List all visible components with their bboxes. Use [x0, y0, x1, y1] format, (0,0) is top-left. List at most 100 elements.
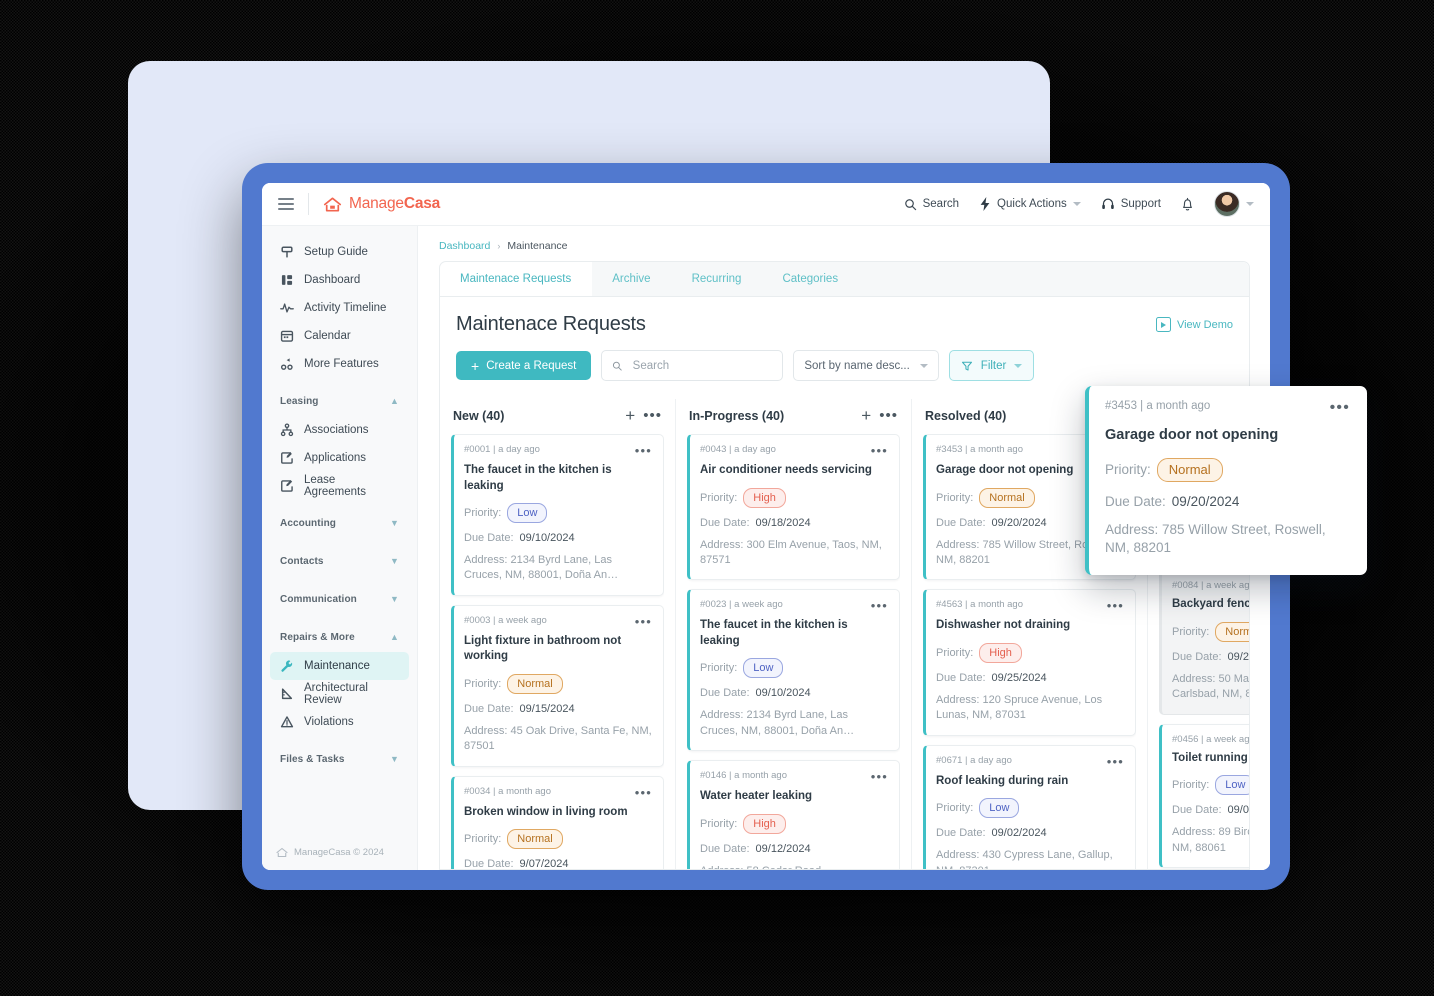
task-card[interactable]: #4563 | a month ago ••• Dishwasher not d…: [923, 589, 1136, 736]
card-menu-icon[interactable]: •••: [1107, 599, 1124, 612]
priority-badge: Low: [743, 658, 784, 679]
task-card[interactable]: #0023 | a week ago ••• The faucet in the…: [687, 589, 900, 752]
sidebar-item-lease-agreements[interactable]: Lease Agreements: [270, 472, 409, 500]
sidebar-item-associations[interactable]: Associations: [270, 416, 409, 444]
card-menu-icon[interactable]: •••: [635, 615, 652, 628]
view-demo-button[interactable]: View Demo: [1155, 317, 1233, 332]
task-card[interactable]: #0043 | a day ago ••• Air conditioner ne…: [687, 434, 900, 581]
due-value: 09/10/2024: [519, 532, 575, 545]
task-card[interactable]: #0146 | a month ago ••• Water heater lea…: [687, 760, 900, 869]
task-card[interactable]: #0671 | a day ago ••• Roof leaking durin…: [923, 744, 1136, 869]
chevron-down-icon: [1072, 202, 1081, 206]
breadcrumb-dashboard[interactable]: Dashboard: [439, 240, 490, 252]
card-header: #0146 | a month ago •••: [700, 770, 888, 783]
task-card[interactable]: #0001 | a day ago ••• The faucet in the …: [451, 434, 664, 596]
due-label: Due Date:: [936, 516, 986, 529]
column-cards: #0001 | a day ago ••• The faucet in the …: [451, 434, 664, 869]
account-menu[interactable]: [1214, 191, 1254, 217]
chevron-up-icon: ▲: [389, 632, 399, 642]
sidebar-item-label: Applications: [304, 452, 367, 464]
sidebar-item-setup-guide[interactable]: Setup Guide: [270, 238, 409, 266]
sidebar-section-contacts[interactable]: Contacts ▼: [270, 548, 409, 574]
card-menu-icon[interactable]: •••: [871, 444, 888, 457]
sidebar-item-more-features[interactable]: More Features: [270, 350, 409, 378]
card-menu-icon[interactable]: •••: [635, 444, 652, 457]
priority-badge: High: [743, 487, 786, 508]
filter-button[interactable]: Filter: [948, 350, 1035, 381]
sort-select[interactable]: Sort by name desc...: [793, 350, 939, 381]
card-meta: #4563 | a month ago: [936, 599, 1023, 611]
sidebar-section-label: Repairs & More: [280, 631, 355, 643]
search-button[interactable]: Search: [904, 198, 959, 211]
sidebar-item-maintenance[interactable]: Maintenance: [270, 652, 409, 680]
search-icon: [613, 361, 623, 371]
tab-categories[interactable]: Categories: [762, 262, 859, 296]
due-value: 09/10/2024: [755, 687, 811, 700]
card-title: Backyard fence damaged: [1172, 598, 1249, 611]
priority-label: Priority:: [1105, 462, 1151, 478]
sidebar-section-leasing[interactable]: Leasing ▲: [270, 388, 409, 414]
sidebar-section-label: Contacts: [280, 555, 324, 567]
card-menu-icon[interactable]: •••: [1107, 755, 1124, 768]
sidebar-item-architectural-review[interactable]: Architectural Review: [270, 680, 409, 708]
avatar: [1214, 191, 1240, 217]
priority-label: Priority:: [936, 491, 974, 504]
sidebar-item-applications[interactable]: Applications: [270, 444, 409, 472]
sidebar-section-communication[interactable]: Communication ▼: [270, 586, 409, 612]
sidebar-section-files-tasks[interactable]: Files & Tasks ▼: [270, 746, 409, 772]
card-header: #4563 | a month ago •••: [936, 599, 1124, 612]
task-card[interactable]: #0034 | a month ago ••• Broken window in…: [451, 775, 664, 869]
sidebar-item-activity-timeline[interactable]: Activity Timeline: [270, 294, 409, 322]
sidebar-item-dashboard[interactable]: Dashboard: [270, 266, 409, 294]
card-menu-icon[interactable]: •••: [871, 770, 888, 783]
add-card-icon[interactable]: +: [853, 407, 879, 424]
brand-logo[interactable]: ManageCasa: [323, 195, 440, 213]
card-address: Address: 58 Cedar Road,: [700, 864, 888, 869]
card-meta: #0084 | a week ago: [1172, 580, 1249, 592]
card-priority-row: Priority: Low: [700, 658, 888, 679]
task-card[interactable]: #0456 | a week ago Toilet running contin…: [1159, 723, 1249, 868]
due-label: Due Date:: [936, 827, 986, 840]
sidebar-section-repairs[interactable]: Repairs & More ▲: [270, 624, 409, 650]
sidebar-item-violations[interactable]: Violations: [270, 708, 409, 736]
sidebar: Setup Guide Dashboard Activity Timeline …: [262, 226, 418, 870]
card-due-row: Due Date: 09/22/2024: [1172, 651, 1249, 663]
card-meta: #0671 | a day ago: [936, 754, 1012, 766]
card-menu-icon[interactable]: •••: [1330, 400, 1350, 416]
sidebar-section-accounting[interactable]: Accounting ▼: [270, 510, 409, 536]
add-card-icon[interactable]: +: [617, 407, 643, 424]
card-due-row: Due Date: 09/18/2024: [700, 517, 888, 529]
task-card[interactable]: #0003 | a week ago ••• Light fixture in …: [451, 604, 664, 767]
notifications-button[interactable]: [1181, 197, 1194, 212]
priority-badge: High: [743, 813, 786, 834]
menu-icon[interactable]: [278, 198, 294, 210]
task-card[interactable]: #0084 | a week ago Backyard fence damage…: [1159, 570, 1249, 715]
card-meta: #0456 | a week ago: [1172, 733, 1249, 745]
card-due-row: Due Date: 09/15/2024: [464, 703, 652, 715]
wrench-icon: [280, 659, 294, 673]
priority-label: Priority:: [464, 677, 502, 690]
card-menu-icon[interactable]: •••: [635, 786, 652, 799]
column-menu-icon[interactable]: •••: [879, 408, 898, 423]
tab-recurring[interactable]: Recurring: [672, 262, 763, 296]
tab-archive[interactable]: Archive: [592, 262, 671, 296]
card-menu-icon[interactable]: •••: [871, 599, 888, 612]
search-box[interactable]: [601, 350, 784, 381]
card-header: #0456 | a week ago: [1172, 734, 1249, 745]
column-header: New (40) + •••: [451, 399, 664, 434]
card-priority-row: Priority: Normal: [464, 673, 652, 694]
sidebar-item-calendar[interactable]: Calendar: [270, 322, 409, 350]
search-input[interactable]: [630, 358, 773, 373]
sidebar-item-label: Architectural Review: [304, 682, 368, 706]
tab-maintenance-requests[interactable]: Maintenace Requests: [440, 262, 593, 296]
dragged-task-card[interactable]: #3453 | a month ago ••• Garage door not …: [1085, 386, 1367, 576]
support-button[interactable]: Support: [1101, 197, 1161, 211]
house-icon: [276, 847, 288, 858]
priority-badge: High: [979, 642, 1022, 663]
create-request-button[interactable]: + Create a Request: [456, 351, 592, 380]
card-address: Address: 120 Spruce Avenue, Los Lunas, N…: [936, 693, 1103, 722]
top-bar-actions: Search Quick Actions Support: [904, 191, 1254, 217]
column-menu-icon[interactable]: •••: [643, 408, 662, 423]
quick-actions-button[interactable]: Quick Actions: [979, 197, 1081, 211]
card-meta: #0034 | a month ago: [464, 785, 551, 797]
